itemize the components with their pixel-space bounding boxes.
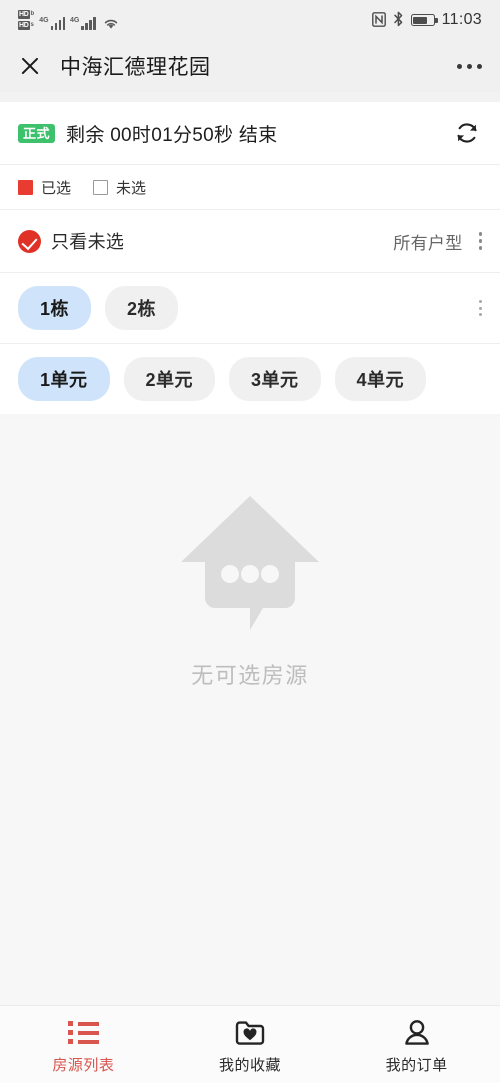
battery-icon bbox=[410, 14, 438, 26]
nav-label-house-list: 房源列表 bbox=[52, 1056, 115, 1074]
close-icon[interactable] bbox=[18, 54, 42, 78]
hd-sub-primary: b bbox=[30, 11, 35, 17]
unit-pill-3[interactable]: 3单元 bbox=[229, 357, 321, 401]
status-bar-right: 11:03 bbox=[371, 11, 482, 29]
only-unselected-row[interactable]: 只看未选 所有户型 bbox=[0, 210, 500, 272]
building-selector-row: 1栋 2栋 bbox=[0, 273, 500, 343]
more-horizontal-icon[interactable] bbox=[457, 63, 482, 69]
bottom-navigation: 房源列表 我的收藏 我的订单 bbox=[0, 1005, 500, 1083]
legend-row: 已选 未选 bbox=[0, 165, 500, 209]
list-icon bbox=[67, 1019, 99, 1047]
unit-pill-4[interactable]: 4单元 bbox=[334, 357, 427, 401]
hd-label-secondary: HD bbox=[18, 21, 30, 30]
house-list-empty-area: 无可选房源 bbox=[0, 418, 500, 1005]
unit-pill-2[interactable]: 2单元 bbox=[123, 357, 216, 401]
filters-card: 正式 剩余 00时01分50秒 结束 已选 未选 只看未选 所有户型 1栋 2栋… bbox=[0, 102, 500, 414]
section-gap bbox=[0, 92, 500, 102]
folder-heart-icon bbox=[235, 1019, 265, 1047]
legend-item-unselected: 未选 bbox=[93, 177, 146, 198]
more-vertical-icon-buildings[interactable] bbox=[479, 300, 482, 316]
countdown-text: 剩余 00时01分50秒 结束 bbox=[66, 124, 278, 146]
hd-sub-secondary: s bbox=[30, 22, 34, 28]
nav-item-favorites[interactable]: 我的收藏 bbox=[167, 1015, 334, 1075]
network-type-sim1: 4G bbox=[39, 17, 49, 24]
house-chat-empty-icon bbox=[177, 490, 323, 642]
person-icon bbox=[403, 1019, 431, 1047]
nfc-icon bbox=[371, 11, 386, 29]
legend-label-selected: 已选 bbox=[41, 179, 72, 197]
legend-swatch-selected bbox=[18, 179, 33, 195]
empty-state-text: 无可选房源 bbox=[191, 663, 309, 688]
status-bar-left: HD b HD s 4G 4G bbox=[18, 10, 119, 30]
nav-item-house-list[interactable]: 房源列表 bbox=[0, 1015, 167, 1075]
status-bar-clock: 11:03 bbox=[441, 11, 482, 28]
nav-label-orders: 我的订单 bbox=[385, 1056, 448, 1074]
more-vertical-icon-filter[interactable] bbox=[478, 232, 482, 250]
check-circle-icon[interactable] bbox=[18, 229, 41, 253]
status-badge: 正式 bbox=[18, 123, 56, 143]
unit-pills: 1单元 2单元 3单元 4单元 bbox=[18, 357, 482, 401]
house-type-filter[interactable]: 所有户型 bbox=[393, 229, 462, 254]
page-title: 中海汇德理花园 bbox=[60, 56, 211, 79]
refresh-icon[interactable] bbox=[452, 118, 482, 148]
wifi-icon bbox=[103, 17, 119, 30]
signal-bars-sim1 bbox=[50, 17, 66, 30]
hd-icon-primary: HD b bbox=[18, 10, 34, 19]
app-bar: 中海汇德理花园 bbox=[0, 40, 500, 92]
status-bar: HD b HD s 4G 4G 11:03 bbox=[0, 0, 500, 40]
nav-item-orders[interactable]: 我的订单 bbox=[333, 1015, 500, 1075]
building-pill-1[interactable]: 1栋 bbox=[18, 286, 92, 330]
legend-label-unselected: 未选 bbox=[116, 179, 147, 197]
signal-bars-sim2 bbox=[81, 17, 96, 30]
legend-item-selected: 已选 bbox=[18, 177, 71, 198]
app-screen: HD b HD s 4G 4G 11:03 中海汇德理花园 正式 剩余 00时0… bbox=[0, 0, 500, 1083]
hd-icon-secondary: HD s bbox=[18, 21, 34, 30]
volte-hd-icons: HD b HD s bbox=[18, 10, 34, 30]
hd-label-primary: HD bbox=[18, 10, 30, 19]
bluetooth-icon bbox=[393, 11, 404, 29]
countdown-row: 正式 剩余 00时01分50秒 结束 bbox=[0, 102, 500, 164]
building-pills: 1栋 2栋 bbox=[18, 286, 463, 330]
legend-swatch-unselected bbox=[93, 179, 109, 195]
unit-pill-1[interactable]: 1单元 bbox=[18, 357, 110, 401]
signal-icon-sim1: 4G bbox=[39, 17, 66, 30]
unit-selector-row: 1单元 2单元 3单元 4单元 bbox=[0, 344, 500, 414]
nav-label-favorites: 我的收藏 bbox=[219, 1056, 282, 1074]
only-unselected-label: 只看未选 bbox=[51, 232, 125, 252]
network-type-sim2: 4G bbox=[70, 17, 80, 24]
signal-icon-sim2: 4G bbox=[70, 17, 96, 30]
building-pill-2[interactable]: 2栋 bbox=[105, 286, 179, 330]
